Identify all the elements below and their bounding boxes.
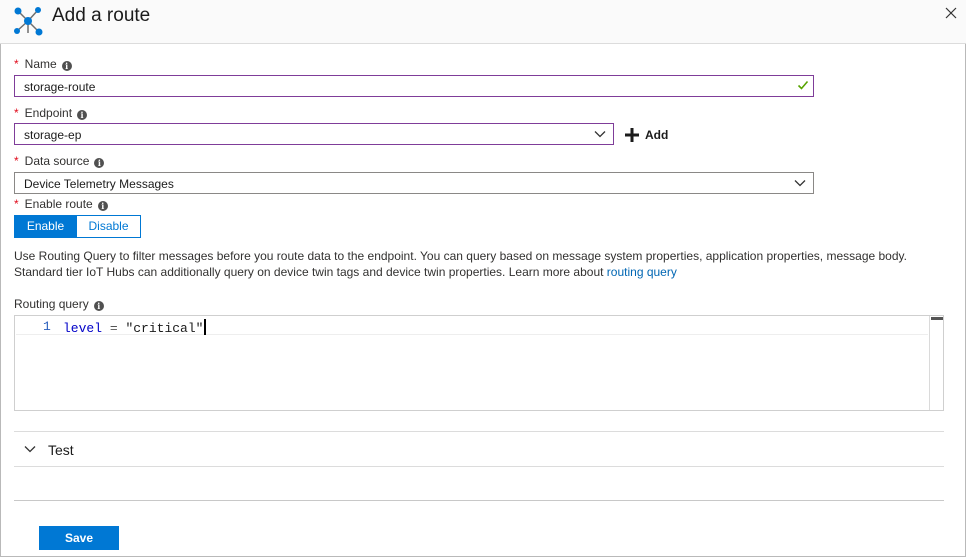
enable-route-toggle: Enable Disable xyxy=(14,215,141,238)
info-icon[interactable]: i xyxy=(97,201,108,211)
plus-icon xyxy=(625,128,639,142)
page-title: Add a route xyxy=(52,5,151,26)
routing-query-link[interactable]: routing query xyxy=(607,265,677,279)
scrollbar-thumb[interactable] xyxy=(931,317,943,320)
save-button[interactable]: Save xyxy=(39,526,119,550)
blade-header: Add a route xyxy=(0,0,966,44)
data-source-value: Device Telemetry Messages xyxy=(24,177,174,191)
disable-option[interactable]: Disable xyxy=(77,215,141,238)
routing-description: Use Routing Query to filter messages bef… xyxy=(14,249,907,279)
name-label: * Name i xyxy=(14,57,72,71)
enable-route-label: * Enable route i xyxy=(14,197,108,211)
enable-option[interactable]: Enable xyxy=(14,215,77,238)
close-icon[interactable] xyxy=(943,5,959,21)
data-source-label: * Data source i xyxy=(14,154,105,168)
chevron-down-icon xyxy=(24,446,36,453)
text-caret xyxy=(204,319,207,335)
data-source-dropdown[interactable]: Device Telemetry Messages xyxy=(14,172,814,194)
required-marker: * xyxy=(14,106,19,120)
name-value: storage-route xyxy=(24,80,96,94)
test-section-header[interactable]: Test xyxy=(14,432,944,466)
code-string: "critical" xyxy=(125,321,204,336)
endpoint-dropdown[interactable]: storage-ep xyxy=(14,123,614,145)
required-marker: * xyxy=(14,154,19,168)
chevron-down-icon xyxy=(594,131,606,138)
route-network-icon xyxy=(14,7,43,36)
routing-query-label: Routing query i xyxy=(14,297,104,311)
section-divider xyxy=(14,466,944,467)
required-marker: * xyxy=(14,57,19,71)
endpoint-label: * Endpoint i xyxy=(14,106,88,120)
line-number: 1 xyxy=(43,319,51,334)
code-operator: = xyxy=(109,321,118,336)
test-section-label: Test xyxy=(48,442,74,458)
add-endpoint-button[interactable]: Add xyxy=(624,126,668,144)
info-icon[interactable]: i xyxy=(94,158,105,168)
footer-divider xyxy=(14,500,944,501)
chevron-down-icon xyxy=(794,180,806,187)
valid-check-icon xyxy=(797,80,809,90)
code-keyword: level xyxy=(63,321,103,336)
info-icon[interactable]: i xyxy=(93,301,104,311)
routing-query-editor[interactable]: 1 level = "critical" xyxy=(14,315,944,411)
name-field[interactable]: storage-route xyxy=(14,75,814,97)
query-code: level = "critical" xyxy=(63,319,207,336)
info-icon[interactable]: i xyxy=(77,110,88,120)
info-icon[interactable]: i xyxy=(61,61,72,71)
required-marker: * xyxy=(14,197,19,211)
endpoint-value: storage-ep xyxy=(24,128,82,142)
editor-scrollbar[interactable] xyxy=(929,316,943,410)
add-endpoint-label: Add xyxy=(645,128,669,142)
